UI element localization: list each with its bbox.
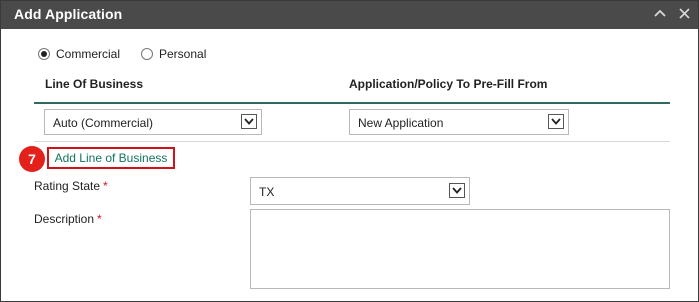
prefill-from-select[interactable]: New Application: [349, 109, 569, 135]
radio-commercial[interactable]: Commercial: [38, 46, 120, 62]
line-of-business-value: Auto (Commercial): [53, 116, 154, 130]
add-line-of-business-link[interactable]: Add Line of Business: [47, 147, 175, 169]
prefill-from-value: New Application: [358, 116, 444, 130]
column-header-line-of-business: Line Of Business: [45, 77, 144, 91]
radio-unchecked-icon[interactable]: [141, 48, 153, 60]
add-application-dialog: Add Application Commercial Personal Line…: [0, 0, 699, 302]
description-textarea[interactable]: [250, 209, 670, 289]
radio-personal-label: Personal: [159, 47, 207, 61]
radio-commercial-label: Commercial: [56, 47, 121, 61]
description-label-text: Description: [34, 212, 95, 226]
rating-state-label-text: Rating State: [34, 179, 101, 193]
row-divider: [34, 141, 670, 142]
chevron-down-icon[interactable]: [241, 114, 257, 129]
header-divider: [34, 102, 670, 104]
description-label: Description *: [34, 212, 102, 226]
dialog-titlebar: Add Application: [1, 1, 698, 29]
chevron-up-icon[interactable]: [651, 5, 669, 23]
chevron-down-icon[interactable]: [548, 114, 564, 129]
radio-personal[interactable]: Personal: [141, 46, 206, 62]
close-icon[interactable]: [675, 5, 693, 23]
column-header-prefill-from: Application/Policy To Pre-Fill From: [349, 77, 548, 91]
step-number-badge: 7: [19, 146, 45, 172]
rating-state-value: TX: [259, 185, 275, 199]
required-marker: *: [97, 212, 102, 226]
dialog-title: Add Application: [14, 6, 123, 22]
rating-state-select[interactable]: TX: [250, 177, 470, 205]
line-of-business-select[interactable]: Auto (Commercial): [44, 109, 262, 135]
chevron-down-icon[interactable]: [449, 183, 465, 198]
radio-checked-icon[interactable]: [38, 48, 50, 60]
rating-state-label: Rating State *: [34, 179, 108, 193]
required-marker: *: [103, 179, 108, 193]
